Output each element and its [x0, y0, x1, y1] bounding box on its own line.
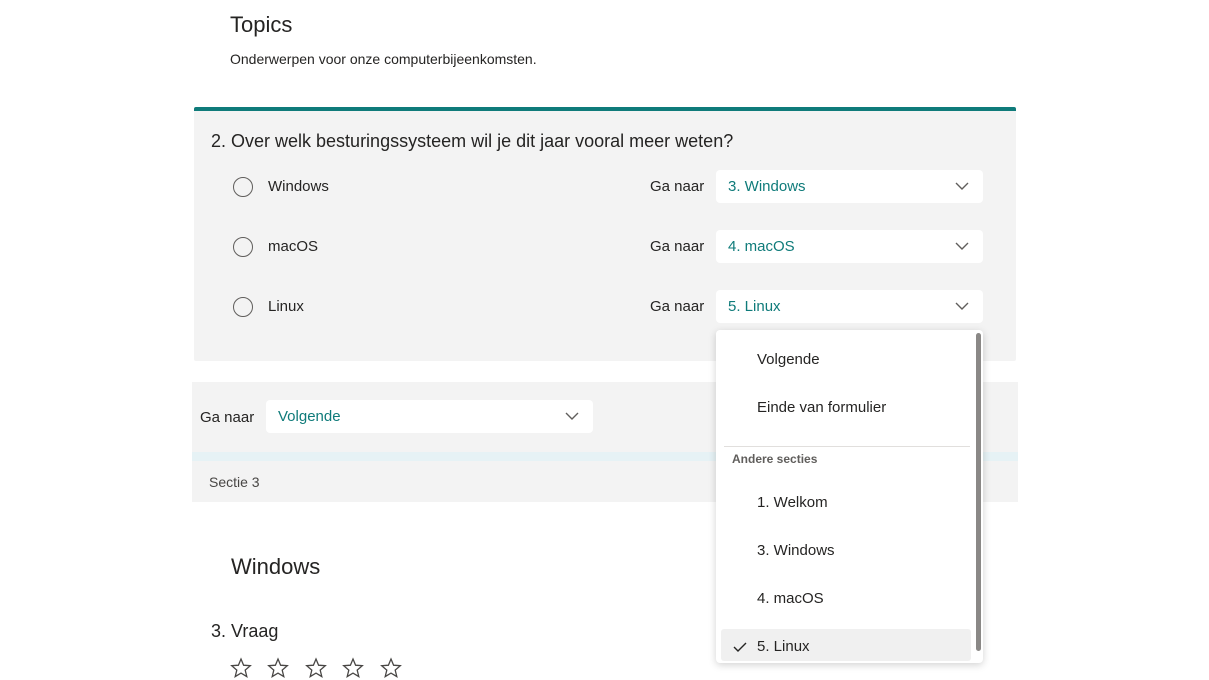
dropdown-item-end-of-form[interactable]: Einde van formulier: [757, 399, 886, 416]
option-label-windows: Windows: [268, 178, 329, 195]
goto-label: Ga naar: [650, 178, 705, 195]
dropdown-divider: [724, 446, 970, 447]
option-label-macos: macOS: [268, 238, 319, 255]
star-icon[interactable]: [267, 657, 289, 679]
chevron-down-icon: [955, 302, 969, 310]
dropdown-item-section[interactable]: 4. macOS: [757, 590, 824, 607]
dropdown-item-section[interactable]: 3. Windows: [757, 542, 835, 559]
star-icon[interactable]: [305, 657, 327, 679]
section-description: Onderwerpen voor onze computerbijeenkoms…: [230, 51, 537, 67]
star-icon[interactable]: [380, 657, 402, 679]
goto-select-macos[interactable]: 4. macOS: [716, 230, 983, 263]
goto-label: Ga naar: [650, 298, 705, 315]
dropdown-group-label: Andere secties: [732, 452, 818, 466]
goto-select-windows[interactable]: 3. Windows: [716, 170, 983, 203]
goto-select-linux[interactable]: 5. Linux: [716, 290, 983, 323]
section-title: Topics: [230, 12, 293, 37]
dropdown-item-section[interactable]: 1. Welkom: [757, 494, 828, 511]
goto-select-value: 4. macOS: [728, 238, 795, 255]
goto-label: Ga naar: [650, 238, 705, 255]
star-icon[interactable]: [230, 657, 252, 679]
radio-linux[interactable]: [233, 297, 253, 317]
question-title: 3. Vraag: [211, 621, 279, 641]
goto-select-value: 3. Windows: [728, 178, 806, 195]
question-title: 2. Over welk besturingssysteem wil je di…: [211, 131, 734, 151]
section-goto-label: Ga naar: [200, 409, 255, 426]
option-label-linux: Linux: [268, 298, 304, 315]
dropdown-scrollbar[interactable]: [976, 333, 981, 651]
radio-macos[interactable]: [233, 237, 253, 257]
dropdown-item-next[interactable]: Volgende: [757, 351, 820, 368]
dropdown-item-section-selected[interactable]: 5. Linux: [757, 638, 810, 655]
section-goto-select[interactable]: Volgende: [266, 400, 593, 433]
section-goto-value: Volgende: [278, 408, 341, 425]
goto-select-value: 5. Linux: [728, 298, 781, 315]
chevron-down-icon: [955, 242, 969, 250]
chevron-down-icon: [955, 182, 969, 190]
checkmark-icon: [733, 642, 747, 652]
section-title: Windows: [231, 554, 321, 579]
section-label: Sectie 3: [209, 474, 260, 490]
star-icon[interactable]: [342, 657, 364, 679]
chevron-down-icon: [565, 412, 579, 420]
radio-windows[interactable]: [233, 177, 253, 197]
